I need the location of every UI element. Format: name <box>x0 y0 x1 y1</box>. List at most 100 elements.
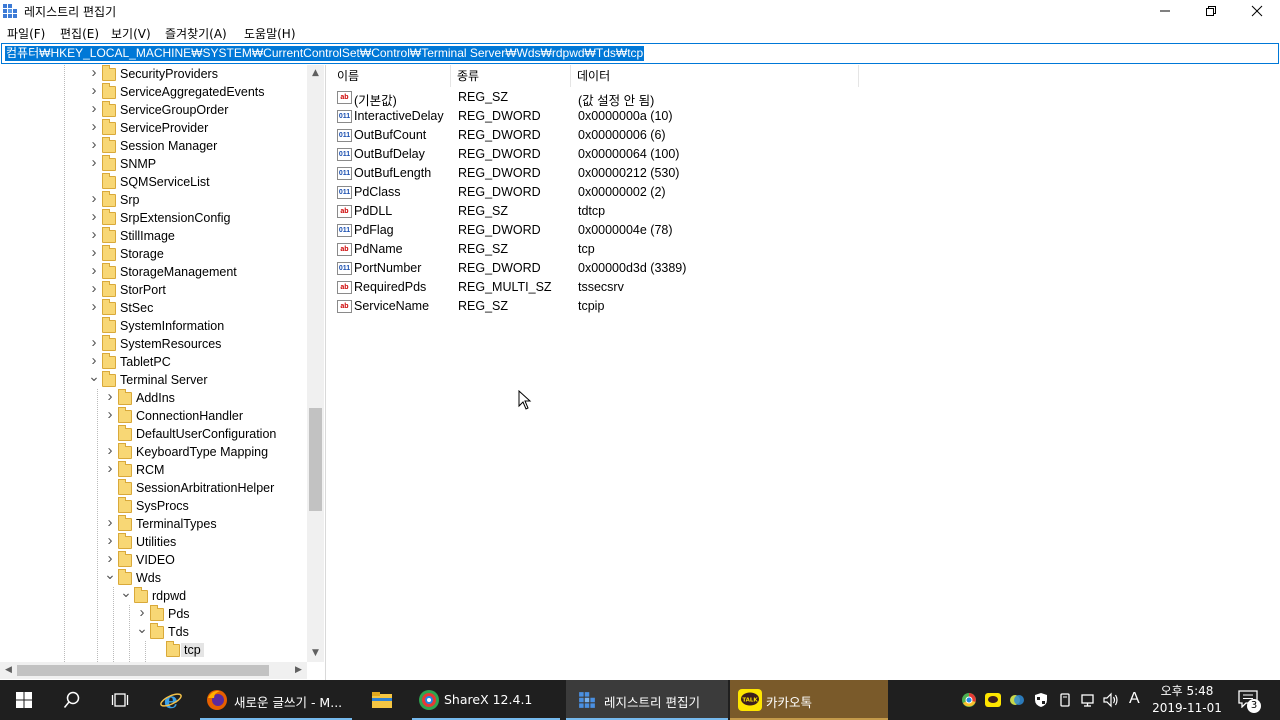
tree-node[interactable]: DefaultUserConfiguration <box>104 425 307 444</box>
value-row[interactable]: 011 PdFlag REG_DWORD 0x0000004e (78) <box>331 222 931 241</box>
value-row[interactable]: ab ServiceName REG_SZ tcpip <box>331 298 931 317</box>
tree-node[interactable]: › SNMP <box>88 154 307 174</box>
address-bar[interactable]: 컴퓨터₩HKEY_LOCAL_MACHINE₩SYSTEM₩CurrentCon… <box>1 43 1279 64</box>
value-row[interactable]: 011 OutBufCount REG_DWORD 0x00000006 (6) <box>331 127 931 146</box>
tree-node[interactable]: › Utilities <box>104 532 307 552</box>
tree-node[interactable]: ⌄ Wds <box>104 566 307 588</box>
expand-chevron-icon[interactable]: › <box>88 334 100 351</box>
tree-node[interactable]: › AddIns <box>104 388 307 408</box>
expand-chevron-icon[interactable]: › <box>88 262 100 279</box>
scroll-up-icon[interactable]: ▲ <box>307 65 324 82</box>
action-center-button[interactable]: 3 <box>1234 688 1262 714</box>
tree-node[interactable]: › Srp <box>88 190 307 210</box>
expand-chevron-icon[interactable]: › <box>88 208 100 225</box>
tree-horizontal-scrollbar[interactable]: ◀ ▶ <box>0 662 307 679</box>
tree-node[interactable]: ⌄ Terminal Server <box>88 368 307 390</box>
tree-node[interactable]: › KeyboardType Mapping <box>104 442 307 462</box>
value-row[interactable]: 011 OutBufLength REG_DWORD 0x00000212 (530) <box>331 165 931 184</box>
expand-chevron-icon[interactable]: › <box>88 298 100 315</box>
tree-node[interactable]: › SystemResources <box>88 334 307 354</box>
expand-chevron-icon[interactable]: › <box>88 136 100 153</box>
task-view-button[interactable] <box>96 680 144 720</box>
expand-chevron-icon[interactable]: › <box>104 514 116 531</box>
menu-help[interactable]: 도움말(H) <box>244 25 296 42</box>
taskbar-edge[interactable]: e <box>146 680 194 720</box>
expand-chevron-icon[interactable]: › <box>104 406 116 423</box>
value-row[interactable]: 011 OutBufDelay REG_DWORD 0x00000064 (100) <box>331 146 931 165</box>
expand-chevron-icon[interactable]: › <box>88 244 100 261</box>
collapse-chevron-icon[interactable]: ⌄ <box>104 566 116 582</box>
column-name-header[interactable]: 이름 <box>331 65 451 87</box>
expand-chevron-icon[interactable]: › <box>104 460 116 477</box>
close-button[interactable] <box>1234 0 1280 22</box>
menu-view[interactable]: 보기(V) <box>111 25 151 42</box>
expand-chevron-icon[interactable]: › <box>88 100 100 117</box>
ime-indicator[interactable]: A <box>1129 690 1140 708</box>
value-row[interactable]: 011 InteractiveDelay REG_DWORD 0x0000000a (… <box>331 108 931 127</box>
chrome-tray-icon[interactable] <box>961 692 977 708</box>
collapse-chevron-icon[interactable]: ⌄ <box>136 620 148 636</box>
tree-node[interactable]: › TabletPC <box>88 352 307 372</box>
tree-node[interactable]: › TerminalTypes <box>104 514 307 534</box>
tree-vertical-scrollbar[interactable]: ▲ ▼ <box>307 65 324 662</box>
expand-chevron-icon[interactable]: › <box>88 352 100 369</box>
clock[interactable]: 오후 5:48 2019-11-01 <box>1148 683 1226 717</box>
tree-node[interactable]: › SecurityProviders <box>88 65 307 84</box>
tree-node[interactable]: ⌄ Tds <box>136 620 307 642</box>
tree-node[interactable]: SessionArbitrationHelper <box>104 479 307 498</box>
tree-node[interactable]: › StorageManagement <box>88 262 307 282</box>
taskbar-file-explorer[interactable] <box>358 680 406 720</box>
tree-node[interactable]: › ConnectionHandler <box>104 406 307 426</box>
tree-scroll-thumb[interactable] <box>309 408 322 511</box>
taskbar-regedit[interactable]: 레지스트리 편집기 <box>566 680 728 720</box>
menu-favorites[interactable]: 즐겨찾기(A) <box>165 25 227 42</box>
security-icon[interactable] <box>1033 692 1049 708</box>
menu-edit[interactable]: 편집(E) <box>60 25 99 42</box>
expand-chevron-icon[interactable]: › <box>136 604 148 621</box>
collapse-chevron-icon[interactable]: ⌄ <box>120 584 132 600</box>
tree-node[interactable]: › ServiceAggregatedEvents <box>88 82 307 102</box>
value-row[interactable]: ab PdDLL REG_SZ tdtcp <box>331 203 931 222</box>
tree-node[interactable]: › Storage <box>88 244 307 264</box>
tree-hscroll-thumb[interactable] <box>17 665 269 676</box>
kakaotalk-tray-icon[interactable] <box>985 692 1001 708</box>
taskbar-kakaotalk[interactable]: TALK 카카오톡 <box>730 680 888 720</box>
value-row[interactable]: 011 PortNumber REG_DWORD 0x00000d3d (3389) <box>331 260 931 279</box>
expand-chevron-icon[interactable]: › <box>88 65 100 81</box>
expand-chevron-icon[interactable]: › <box>88 154 100 171</box>
tree-node[interactable]: SystemInformation <box>88 317 307 336</box>
tree-node[interactable]: › ServiceGroupOrder <box>88 100 307 120</box>
column-type-header[interactable]: 종류 <box>451 65 571 87</box>
tree-node[interactable]: › SrpExtensionConfig <box>88 208 307 228</box>
tree-node[interactable]: › StorPort <box>88 280 307 300</box>
volume-icon[interactable] <box>1103 692 1119 708</box>
value-row[interactable]: ab RequiredPds REG_MULTI_SZ tssecsrv <box>331 279 931 298</box>
expand-chevron-icon[interactable]: › <box>88 280 100 297</box>
tree-node[interactable]: › ServiceProvider <box>88 118 307 138</box>
search-button[interactable] <box>48 680 96 720</box>
column-data-header[interactable]: 데이터 <box>571 65 859 87</box>
expand-chevron-icon[interactable]: › <box>104 388 116 405</box>
tree-node[interactable]: › Session Manager <box>88 136 307 156</box>
expand-chevron-icon[interactable]: › <box>88 82 100 99</box>
expand-chevron-icon[interactable]: › <box>88 118 100 135</box>
tree-node[interactable]: › RCM <box>104 460 307 480</box>
start-button[interactable] <box>0 680 48 720</box>
tree-node[interactable]: tcp <box>152 641 307 660</box>
tree-node[interactable]: ⌄ rdpwd <box>120 584 307 606</box>
tree-node[interactable]: › Pds <box>136 604 307 624</box>
value-row[interactable]: ab (기본값) REG_SZ (값 설정 안 됨) <box>331 89 931 108</box>
value-row[interactable]: 011 PdClass REG_DWORD 0x00000002 (2) <box>331 184 931 203</box>
taskbar-firefox[interactable]: 새로운 글쓰기 - M... <box>196 680 356 720</box>
expand-chevron-icon[interactable]: › <box>104 532 116 549</box>
menu-file[interactable]: 파일(F) <box>7 25 45 42</box>
expand-chevron-icon[interactable]: › <box>88 226 100 243</box>
tree-node[interactable]: SQMServiceList <box>88 173 307 192</box>
scroll-down-icon[interactable]: ▼ <box>307 645 324 662</box>
collapse-chevron-icon[interactable]: ⌄ <box>88 368 100 384</box>
scroll-right-icon[interactable]: ▶ <box>290 662 307 679</box>
network-icon[interactable] <box>1080 692 1096 708</box>
restore-button[interactable] <box>1188 0 1234 22</box>
minimize-button[interactable] <box>1142 0 1188 22</box>
usb-icon[interactable] <box>1057 692 1073 708</box>
